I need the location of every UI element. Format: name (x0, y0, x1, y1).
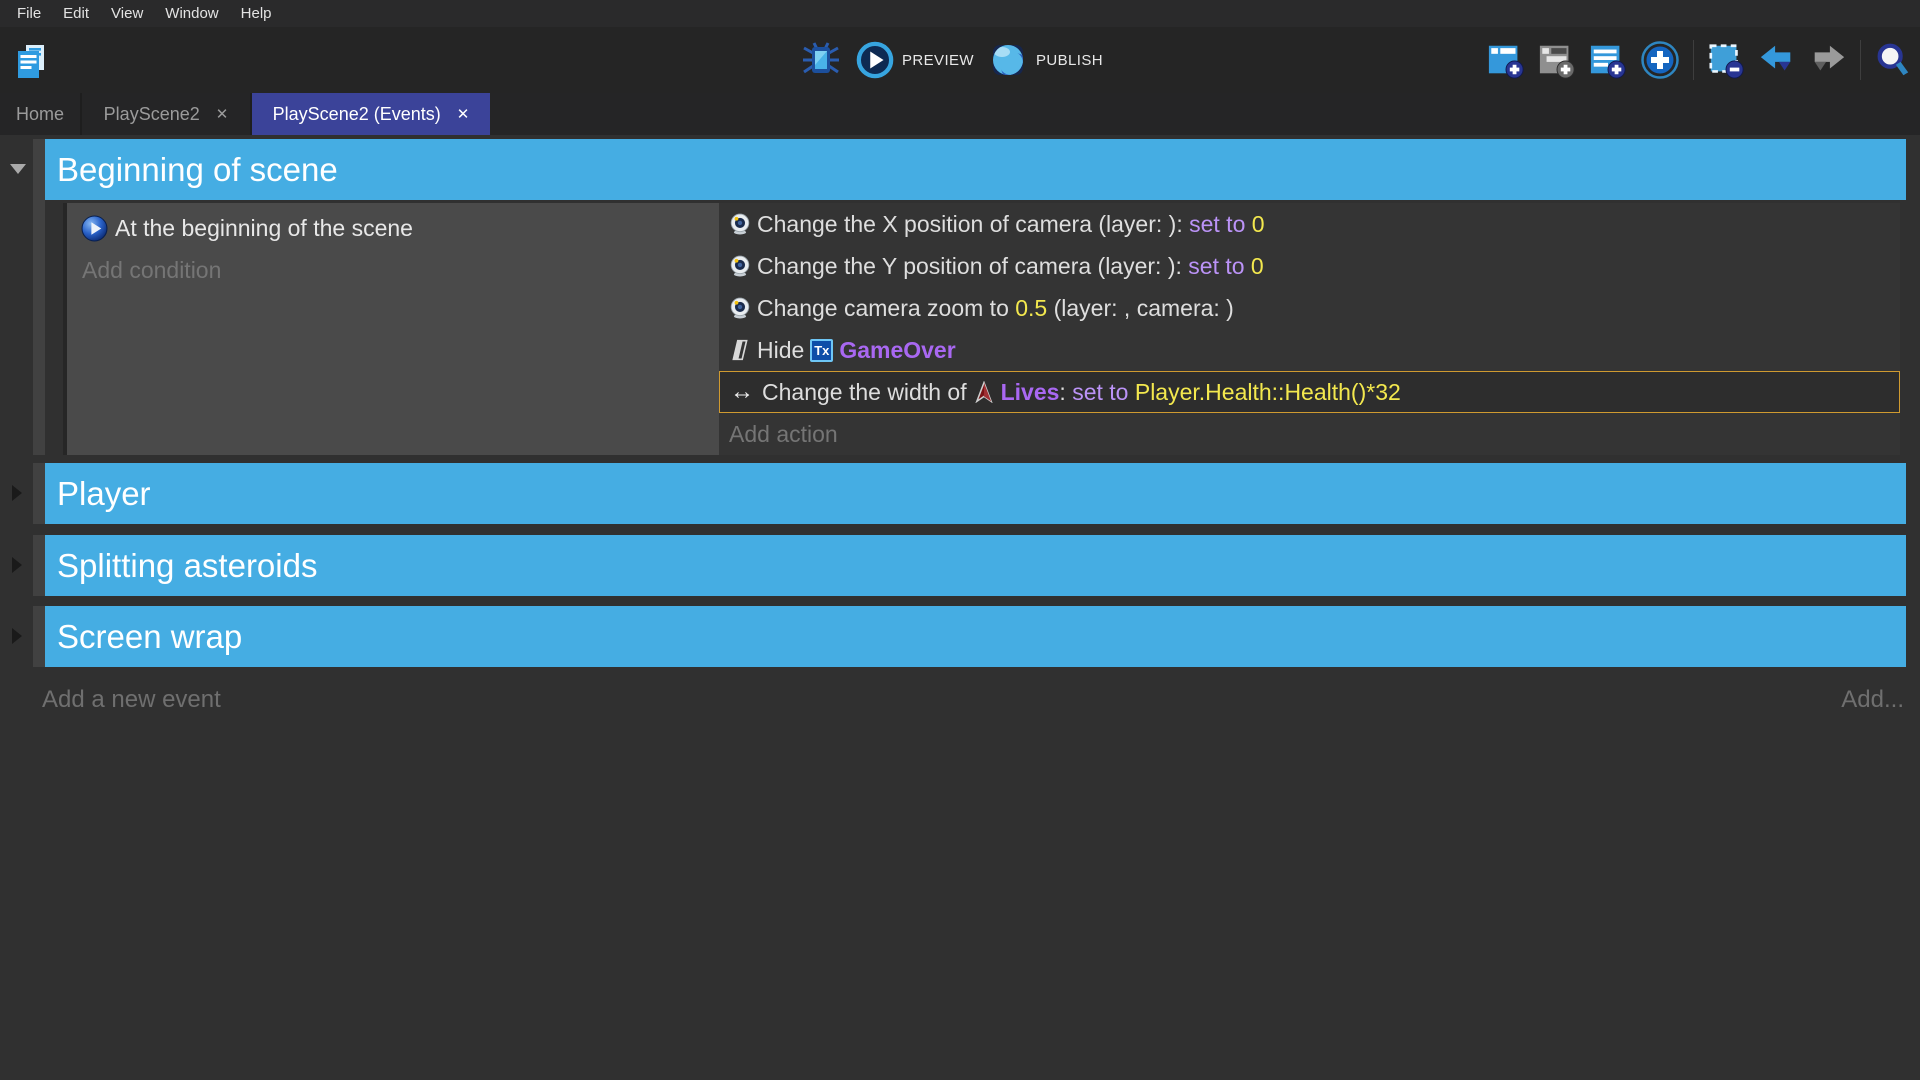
delete-selection-button[interactable] (1707, 41, 1745, 79)
main-toolbar: PREVIEW PUBLISH (0, 27, 1920, 93)
object-name-gameover: GameOver (839, 337, 955, 364)
group-header-splitting-asteroids[interactable]: Splitting asteroids (45, 535, 1906, 596)
preview-play-icon (856, 41, 894, 79)
search-icon (1874, 41, 1912, 79)
undo-icon (1758, 41, 1796, 79)
action-text: Change camera zoom to 0.5 (layer: , came… (757, 295, 1234, 322)
actions-column: Change the X position of camera (layer: … (719, 203, 1900, 455)
expand-arrow-screen-wrap[interactable] (12, 628, 22, 644)
preview-label: PREVIEW (902, 52, 974, 69)
group-margin-strip (33, 535, 45, 596)
debugger-button[interactable] (800, 39, 842, 81)
camera-icon (729, 255, 751, 277)
delete-selection-icon (1707, 41, 1745, 79)
add-comment-button[interactable] (1589, 41, 1627, 79)
publish-label: PUBLISH (1036, 52, 1103, 69)
action-change-camera-zoom[interactable]: Change camera zoom to 0.5 (layer: , came… (719, 287, 1900, 329)
debugger-bug-icon (800, 39, 842, 81)
add-other-button[interactable] (1640, 40, 1680, 80)
events-sheet: Beginning of scene At the beginning (0, 135, 1920, 1080)
action-text: Change the width of (762, 379, 967, 406)
publish-sphere-icon (988, 40, 1028, 80)
tab-home[interactable]: Home (0, 93, 82, 135)
action-change-camera-y[interactable]: Change the Y position of camera (layer: … (719, 245, 1900, 287)
group-title: Player (57, 475, 151, 513)
undo-button[interactable] (1758, 41, 1796, 79)
add-subevent-button[interactable] (1538, 41, 1576, 79)
menu-help[interactable]: Help (230, 0, 283, 27)
menu-file[interactable]: File (6, 0, 52, 27)
group-margin-strip (33, 139, 45, 455)
add-action-button[interactable]: Add action (719, 413, 1900, 455)
expand-arrow-player[interactable] (12, 485, 22, 501)
add-condition-button[interactable]: Add condition (67, 249, 719, 291)
project-manager-icon (10, 40, 52, 82)
group-margin-strip (33, 463, 45, 524)
add-event-button[interactable] (1487, 41, 1525, 79)
action-text: Change the X position of camera (layer: … (757, 211, 1265, 238)
condition-text: At the beginning of the scene (115, 215, 413, 242)
tab-label: PlayScene2 (104, 104, 200, 125)
tab-bar: Home PlayScene2 ✕ PlayScene2 (Events) ✕ (0, 93, 1920, 135)
menu-bar: File Edit View Window Help (0, 0, 1920, 27)
camera-icon (729, 297, 751, 319)
action-change-camera-x[interactable]: Change the X position of camera (layer: … (719, 203, 1900, 245)
gdevelop-window: File Edit View Window Help (0, 0, 1920, 1080)
collapse-arrow-beginning-of-scene[interactable] (10, 164, 26, 174)
camera-icon (729, 213, 751, 235)
toolbar-center: PREVIEW PUBLISH (800, 27, 1103, 93)
tab-close-icon[interactable]: ✕ (216, 105, 229, 123)
menu-edit[interactable]: Edit (52, 0, 100, 27)
tab-playscene2-events[interactable]: PlayScene2 (Events) ✕ (252, 93, 490, 135)
redo-button[interactable] (1809, 41, 1847, 79)
tab-label: PlayScene2 (Events) (273, 104, 441, 125)
search-events-button[interactable] (1874, 41, 1912, 79)
action-text: Lives: set to Player.Health::Health()*32 (1001, 379, 1401, 406)
condition-at-beginning-of-scene[interactable]: At the beginning of the scene (67, 207, 719, 249)
add-event-icon (1487, 41, 1525, 79)
group-title: Splitting asteroids (57, 547, 317, 585)
tab-close-icon[interactable]: ✕ (457, 105, 470, 123)
sprite-object-icon (973, 381, 995, 403)
group-title: Beginning of scene (57, 151, 338, 189)
publish-button[interactable]: PUBLISH (988, 40, 1103, 80)
tab-label: Home (16, 104, 64, 125)
add-comment-icon (1589, 41, 1627, 79)
group-header-player[interactable]: Player (45, 463, 1906, 524)
action-change-width-lives[interactable]: ↔ Change the width of Lives: set to Play… (719, 371, 1900, 413)
conditions-column: At the beginning of the scene Add condit… (63, 203, 719, 455)
action-text: Change the Y position of camera (layer: … (757, 253, 1264, 280)
group-header-screen-wrap[interactable]: Screen wrap (45, 606, 1906, 667)
text-object-icon: Tx (810, 339, 833, 362)
redo-icon (1809, 41, 1847, 79)
menu-view[interactable]: View (100, 0, 154, 27)
action-hide-gameover[interactable]: Hide Tx GameOver (719, 329, 1900, 371)
toolbar-right (1487, 27, 1912, 93)
toolbar-separator (1860, 40, 1861, 80)
project-manager-button[interactable] (10, 40, 52, 82)
menu-window[interactable]: Window (154, 0, 229, 27)
add-more-button[interactable]: Add... (1841, 686, 1904, 714)
visibility-icon (729, 339, 751, 361)
toolbar-separator (1693, 40, 1694, 80)
preview-button[interactable]: PREVIEW (856, 41, 974, 79)
expand-arrow-splitting-asteroids[interactable] (12, 557, 22, 573)
scene-start-icon (81, 215, 108, 242)
group-title: Screen wrap (57, 618, 242, 656)
action-text: Hide (757, 337, 804, 364)
add-circle-icon (1640, 40, 1680, 80)
add-subevent-icon (1538, 41, 1576, 79)
group-margin-strip (33, 606, 45, 667)
tab-playscene2[interactable]: PlayScene2 ✕ (82, 93, 252, 135)
group-header-beginning-of-scene[interactable]: Beginning of scene (45, 139, 1906, 200)
width-arrow-icon: ↔ (730, 380, 754, 404)
add-new-event-button[interactable]: Add a new event (42, 686, 221, 714)
